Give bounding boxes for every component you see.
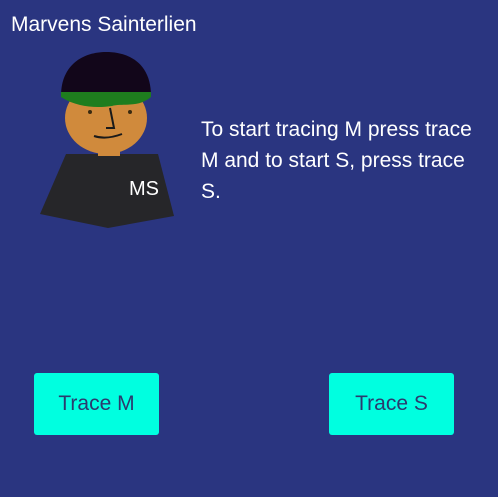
avatar-left-eye (88, 110, 92, 114)
trace-m-button[interactable]: Trace M (34, 373, 159, 435)
avatar-initials: MS (129, 178, 159, 200)
page-title: Marvens Sainterlien (11, 13, 197, 36)
trace-s-button[interactable]: Trace S (329, 373, 454, 435)
avatar-cap (61, 52, 151, 96)
avatar: MS (38, 50, 178, 230)
avatar-right-eye (128, 110, 132, 114)
avatar-illustration: MS (40, 52, 174, 228)
instructions-text: To start tracing M press trace M and to … (201, 118, 472, 203)
